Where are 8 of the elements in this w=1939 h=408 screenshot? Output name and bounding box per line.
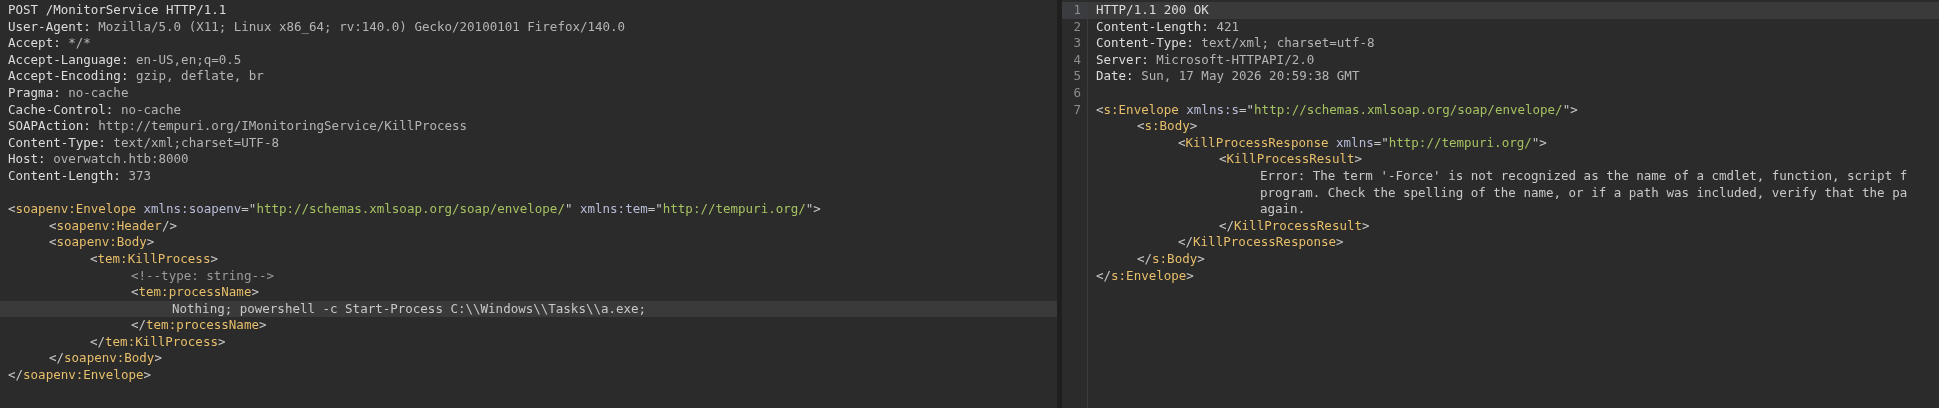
- line-number: 3: [1073, 35, 1081, 51]
- line-number: 1: [1073, 2, 1081, 17]
- response-editor[interactable]: [1062, 0, 1939, 408]
- line-number: 2: [1073, 18, 1081, 34]
- line-number: 7: [1073, 101, 1081, 117]
- line-number: 6: [1073, 84, 1081, 100]
- line-number: 5: [1073, 68, 1081, 84]
- line-number: 4: [1073, 51, 1081, 67]
